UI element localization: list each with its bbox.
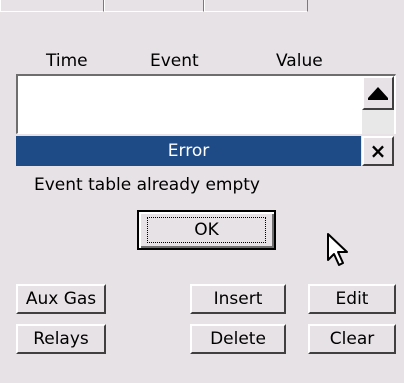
delete-button[interactable]: Delete (190, 324, 286, 354)
aux-gas-button[interactable]: Aux Gas (16, 284, 106, 314)
error-message: Event table already empty (34, 175, 260, 195)
clear-button[interactable]: Clear (308, 324, 396, 354)
tab[interactable] (0, 0, 104, 12)
edit-button[interactable]: Edit (308, 284, 396, 314)
mouse-pointer-icon (327, 233, 348, 266)
close-button[interactable]: × (362, 136, 394, 166)
scroll-up-button[interactable] (362, 76, 394, 110)
close-icon: × (369, 139, 387, 163)
tab[interactable] (204, 0, 308, 12)
tab[interactable] (104, 0, 204, 12)
tab-strip (0, 0, 404, 12)
relays-button[interactable]: Relays (16, 324, 106, 354)
column-header-event: Event (150, 51, 199, 71)
ok-button[interactable]: OK (137, 210, 276, 250)
event-table[interactable] (16, 74, 396, 134)
error-title: Error (167, 141, 210, 161)
ok-button-label: OK (147, 217, 266, 243)
error-title-bar: Error (16, 136, 361, 166)
column-header-value: Value (276, 51, 323, 71)
column-header-time: Time (46, 51, 88, 71)
triangle-up-icon (368, 87, 388, 100)
insert-button[interactable]: Insert (190, 284, 286, 314)
